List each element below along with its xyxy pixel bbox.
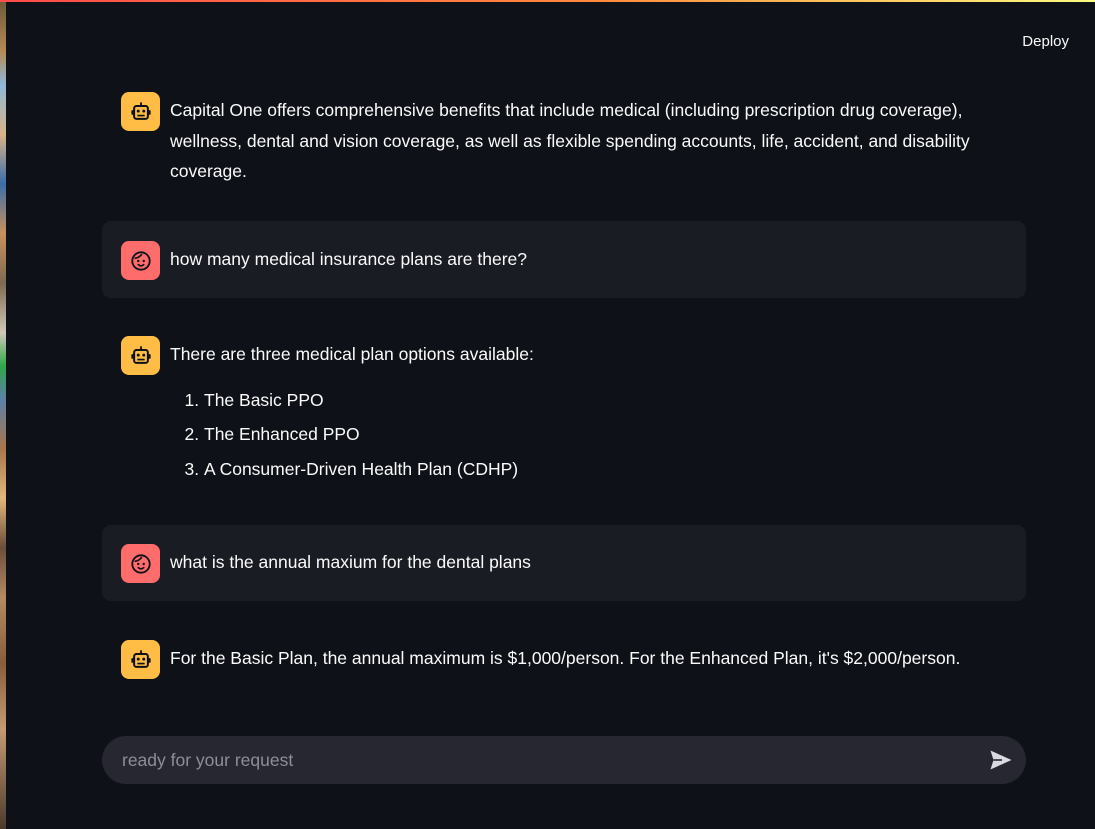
top-decoration-stripe <box>0 0 1095 2</box>
user-avatar <box>121 544 160 583</box>
message-content: There are three medical plan options ava… <box>170 336 534 486</box>
message-text: Capital One offers comprehensive benefit… <box>170 100 970 182</box>
assistant-avatar <box>121 92 160 131</box>
list-item: The Basic PPO <box>204 383 534 418</box>
list-item: The Enhanced PPO <box>204 417 534 452</box>
message-content: Capital One offers comprehensive benefit… <box>170 92 1006 187</box>
chat-input[interactable] <box>102 736 962 784</box>
app-window: Deploy Capital One offers comprehensive … <box>0 0 1095 829</box>
message-content: For the Basic Plan, the annual maximum i… <box>170 640 960 674</box>
assistant-avatar <box>121 640 160 679</box>
message-text: how many medical insurance plans are the… <box>170 249 527 269</box>
chat-message-assistant: There are three medical plan options ava… <box>102 336 1026 486</box>
robot-icon <box>130 345 151 364</box>
message-text: There are three medical plan options ava… <box>170 344 534 364</box>
chat-message-assistant: Capital One offers comprehensive benefit… <box>102 92 1026 187</box>
face-icon <box>130 250 151 271</box>
chat-message-user: what is the annual maxium for the dental… <box>102 525 1026 601</box>
robot-icon <box>130 101 151 120</box>
chat-message-user: how many medical insurance plans are the… <box>102 221 1026 298</box>
chat-message-assistant: For the Basic Plan, the annual maximum i… <box>102 640 1026 679</box>
send-icon <box>990 750 1012 770</box>
assistant-avatar <box>121 336 160 375</box>
robot-icon <box>130 649 151 668</box>
message-text: what is the annual maxium for the dental… <box>170 552 531 572</box>
message-content: how many medical insurance plans are the… <box>170 241 527 275</box>
background-window-edge <box>0 2 6 829</box>
plan-list: The Basic PPO The Enhanced PPO A Consume… <box>170 383 534 487</box>
face-icon <box>130 553 151 574</box>
deploy-button[interactable]: Deploy <box>1022 33 1069 50</box>
list-item: A Consumer-Driven Health Plan (CDHP) <box>204 452 534 487</box>
message-content: what is the annual maxium for the dental… <box>170 544 531 578</box>
message-text: For the Basic Plan, the annual maximum i… <box>170 648 961 668</box>
chat-input-container <box>102 736 1026 784</box>
send-button[interactable] <box>988 748 1014 772</box>
user-avatar <box>121 241 160 280</box>
